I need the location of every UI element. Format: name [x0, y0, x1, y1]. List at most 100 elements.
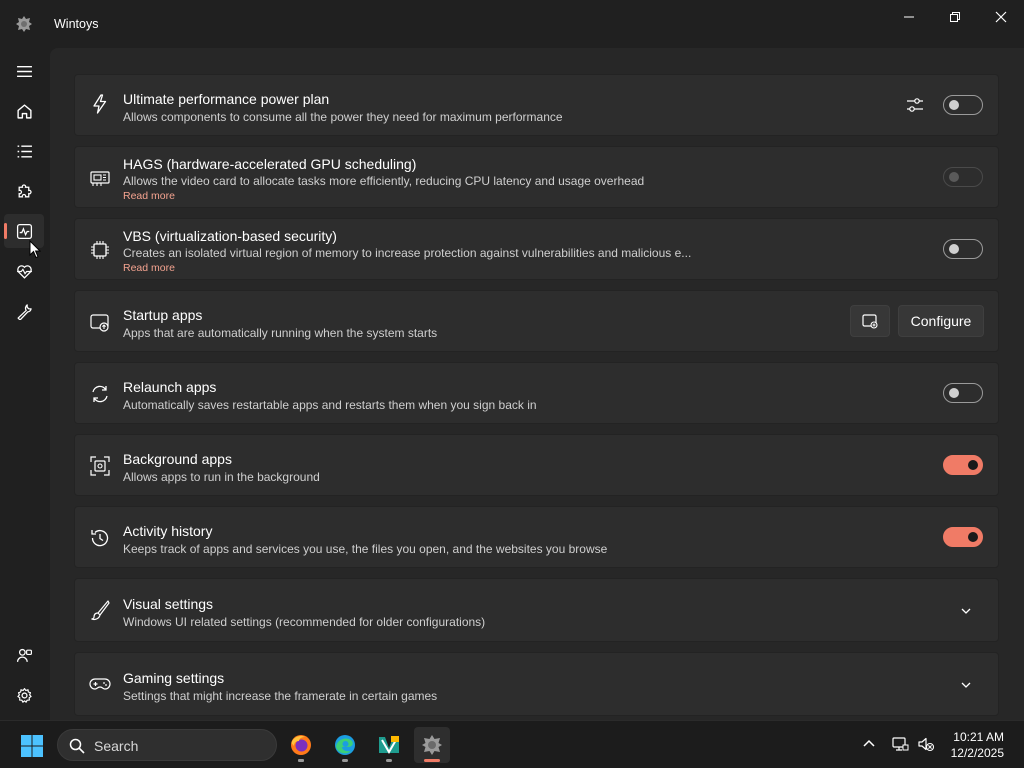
running-indicator [298, 759, 304, 762]
nav-item-settings[interactable] [4, 678, 44, 712]
card-description: Apps that are automatically running when… [123, 326, 438, 340]
relaunch-icon [89, 383, 111, 405]
windows-start-icon[interactable] [20, 734, 44, 758]
card-description: Automatically saves restartable apps and… [123, 398, 537, 412]
card-title: Startup apps [123, 307, 203, 323]
running-indicator [424, 759, 440, 762]
hamburger-icon [16, 65, 32, 77]
restore-icon [950, 12, 960, 22]
nav-menu-button[interactable] [4, 54, 44, 88]
close-icon [995, 11, 1007, 23]
restore-button[interactable] [932, 0, 978, 34]
toggle-knob [949, 100, 959, 110]
vbs-toggle[interactable] [943, 239, 983, 259]
toggle-knob [949, 244, 959, 254]
clock[interactable]: 10:21 AM 12/2/2025 [951, 729, 1004, 761]
activity-history-toggle[interactable] [943, 527, 983, 547]
card-background-apps: Background apps Allows apps to run in th… [74, 434, 999, 496]
toggle-knob [949, 388, 959, 398]
card-description: Settings that might increase the framera… [123, 689, 438, 703]
card-hags: HAGS (hardware-accelerated GPU schedulin… [74, 146, 999, 208]
toggle-knob [968, 532, 978, 542]
search-placeholder: Search [94, 738, 139, 754]
chevron-down-icon[interactable] [960, 605, 972, 617]
minimize-button[interactable] [886, 0, 932, 34]
volume-muted-icon[interactable] [917, 735, 935, 753]
clock-time: 10:21 AM [953, 730, 1004, 744]
nav-item-extensions[interactable] [4, 174, 44, 208]
card-description: Creates an isolated virtual region of me… [123, 246, 692, 260]
window-title: Wintoys [54, 17, 99, 31]
card-relaunch-apps: Relaunch apps Automatically saves restar… [74, 362, 999, 424]
puzzle-icon [18, 183, 32, 197]
nav-item-health[interactable] [4, 254, 44, 288]
navigation-pane [0, 48, 50, 720]
home-icon [16, 103, 32, 119]
title-bar: Wintoys [0, 0, 1024, 48]
card-description: Allows apps to run in the background [123, 470, 320, 484]
selection-indicator [4, 223, 7, 239]
toggle-knob [949, 172, 959, 182]
taskbar: Search 10:21 AM 12/2/2025 [0, 720, 1024, 768]
relaunch-apps-toggle[interactable] [943, 383, 983, 403]
open-startup-button[interactable] [850, 305, 890, 337]
card-title: Activity history [123, 523, 213, 539]
card-description: Windows UI related settings (recommended… [123, 615, 486, 629]
edge-icon [335, 735, 355, 755]
read-more-link[interactable]: Read more [123, 262, 175, 274]
nav-item-repair[interactable] [4, 294, 44, 328]
taskbar-app-firefox[interactable] [283, 727, 319, 763]
nav-item-home[interactable] [4, 94, 44, 128]
card-title: Background apps [123, 451, 232, 467]
card-vbs: VBS (virtualization-based security) Crea… [74, 218, 999, 280]
gear-icon [16, 687, 32, 703]
read-more-link[interactable]: Read more [123, 190, 175, 202]
configure-button[interactable]: Configure [898, 305, 984, 337]
taskbar-app-wintoys[interactable] [414, 727, 450, 763]
nav-item-account[interactable] [4, 638, 44, 672]
list-icon [17, 144, 32, 158]
card-startup-apps: Startup apps Apps that are automatically… [74, 290, 999, 352]
card-title: Ultimate performance power plan [123, 91, 330, 107]
visual-studio-icon [379, 736, 399, 754]
search-icon [69, 738, 85, 754]
clock-date: 12/2/2025 [950, 746, 1004, 760]
minimize-icon [904, 16, 914, 18]
taskbar-app-visual-studio[interactable] [371, 727, 407, 763]
card-description: Keeps track of apps and services you use… [123, 542, 608, 556]
chevron-down-icon[interactable] [960, 679, 972, 691]
card-ultimate-performance: Ultimate performance power plan Allows c… [74, 74, 999, 136]
open-window-icon [862, 314, 878, 329]
hags-toggle[interactable] [943, 167, 983, 187]
activity-monitor-icon [16, 223, 32, 239]
running-indicator [342, 759, 348, 762]
wrench-icon [16, 303, 32, 320]
card-title: Relaunch apps [123, 379, 217, 395]
taskbar-app-edge[interactable] [327, 727, 363, 763]
nav-item-apps[interactable] [4, 134, 44, 168]
ultimate-performance-toggle[interactable] [943, 95, 983, 115]
card-title: HAGS (hardware-accelerated GPU schedulin… [123, 156, 417, 172]
card-activity-history: Activity history Keeps track of apps and… [74, 506, 999, 568]
main-content: Ultimate performance power plan Allows c… [50, 48, 1024, 720]
mouse-cursor-icon [29, 240, 41, 259]
sliders-icon[interactable] [904, 94, 926, 116]
card-description: Allows components to consume all the pow… [123, 110, 563, 124]
history-icon [89, 527, 111, 549]
card-title: Gaming settings [123, 670, 225, 686]
chip-icon [89, 239, 111, 261]
running-indicator [386, 759, 392, 762]
firefox-icon [291, 735, 311, 755]
close-button[interactable] [978, 0, 1024, 34]
chevron-up-icon[interactable] [860, 735, 878, 753]
wintoys-logo-icon [16, 16, 32, 32]
taskbar-search[interactable]: Search [57, 729, 277, 761]
gpu-icon [89, 167, 111, 189]
heartbeat-icon [16, 264, 32, 279]
card-gaming-settings[interactable]: Gaming settings Settings that might incr… [74, 652, 999, 716]
card-title: Visual settings [123, 596, 214, 612]
brush-icon [89, 599, 111, 621]
background-apps-toggle[interactable] [943, 455, 983, 475]
network-icon[interactable] [891, 735, 909, 753]
card-visual-settings[interactable]: Visual settings Windows UI related setti… [74, 578, 999, 642]
